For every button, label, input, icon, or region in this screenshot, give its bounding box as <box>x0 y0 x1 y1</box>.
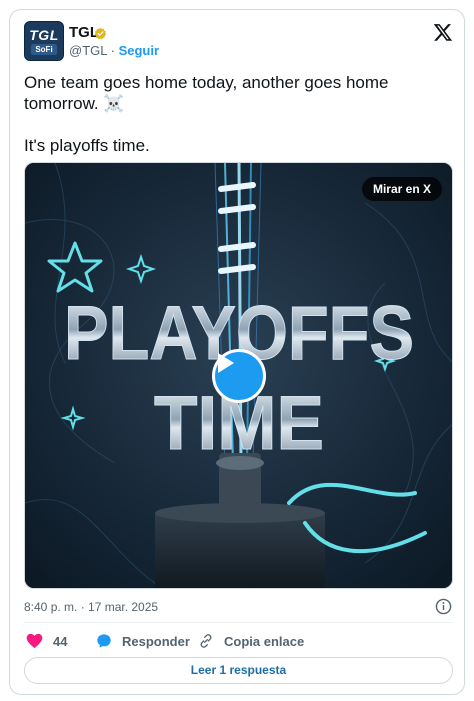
speech-bubble-icon <box>97 634 111 648</box>
avatar[interactable]: TGL SoFi <box>24 21 64 61</box>
video-media[interactable]: PLAYOFFS TIME Mirar en X <box>24 162 453 589</box>
tweet-timestamp[interactable]: 8:40 p. m. · 17 mar. 2025 <box>24 599 158 615</box>
divider <box>24 622 453 623</box>
avatar-sponsor-text: SoFi <box>31 43 57 55</box>
reply-label: Responder <box>122 633 190 649</box>
tweet-text-line-1: One team goes home today, another goes h… <box>24 73 389 113</box>
watch-on-x-button[interactable]: Mirar en X <box>361 177 442 201</box>
follow-button[interactable]: Seguir <box>119 43 159 58</box>
x-logo-icon[interactable] <box>433 22 453 42</box>
tweet-text: One team goes home today, another goes h… <box>24 72 454 156</box>
heart-icon <box>26 633 43 649</box>
avatar-logo-text: TGL <box>29 26 59 43</box>
tweet-text-line-2: It's playoffs time. <box>24 136 150 155</box>
verified-badge-icon <box>94 27 107 40</box>
play-button[interactable] <box>212 349 266 403</box>
author-handle-line: @TGL · Seguir <box>69 43 159 59</box>
author-handle[interactable]: @TGL <box>69 43 107 58</box>
handle-separator: · <box>110 43 115 58</box>
reply-button[interactable]: Responder <box>96 631 190 651</box>
like-count: 44 <box>53 633 68 649</box>
copy-link-label: Copia enlace <box>224 633 305 649</box>
play-icon <box>218 353 234 373</box>
like-button[interactable]: 44 <box>26 631 67 651</box>
tweet-card: TGL SoFi TGL @TGL · Seguir One team goes… <box>9 9 465 695</box>
info-icon[interactable] <box>435 598 452 615</box>
link-icon <box>200 634 212 648</box>
copy-link-button[interactable]: Copia enlace <box>198 631 304 651</box>
read-replies-button[interactable]: Leer 1 respuesta <box>24 657 453 684</box>
